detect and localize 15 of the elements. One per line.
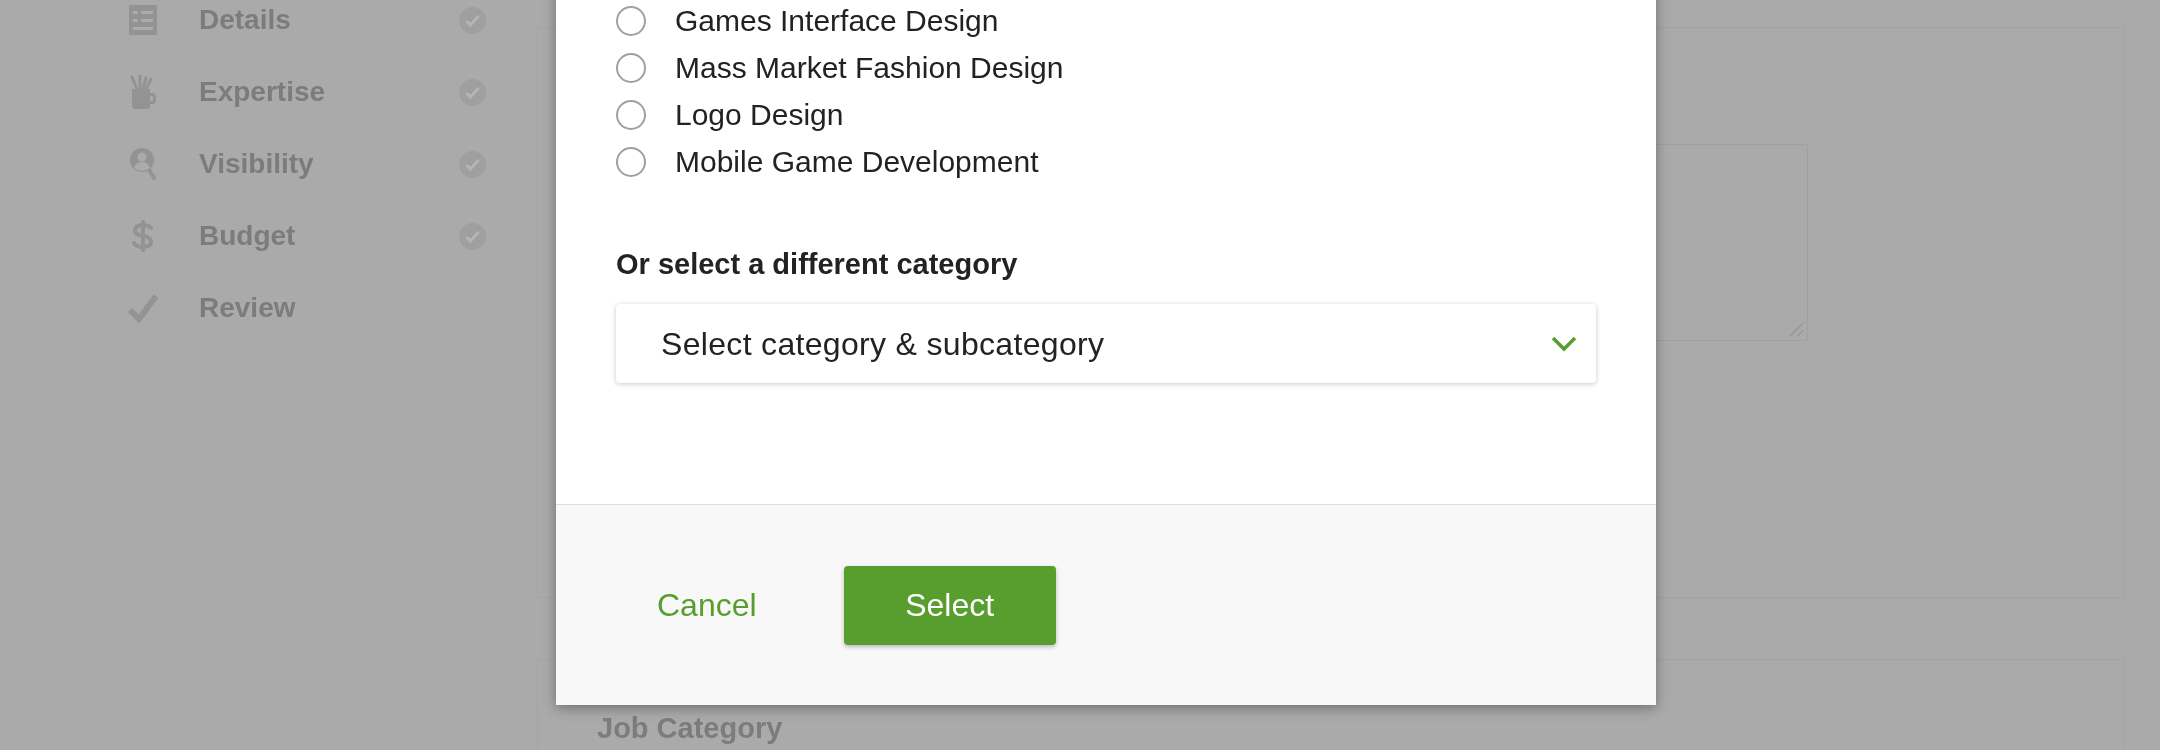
radio-button[interactable] — [616, 52, 646, 83]
radio-button[interactable] — [616, 99, 646, 130]
radio-button[interactable] — [616, 5, 646, 36]
section-label: Or select a different category — [616, 248, 1018, 280]
select-button[interactable]: Select — [843, 565, 1056, 645]
user-search-icon — [130, 148, 156, 180]
option-label[interactable]: Mobile Game Development — [675, 143, 1039, 180]
chevron-down-icon — [1551, 335, 1577, 352]
cancel-button[interactable]: Cancel — [657, 585, 757, 625]
option-label[interactable]: Games Interface Design — [675, 2, 999, 39]
option-label[interactable]: Mass Market Fashion Design — [675, 49, 1064, 86]
category-select[interactable]: Select category & subcategory — [616, 304, 1596, 383]
option-label[interactable]: Logo Design — [675, 96, 844, 133]
radio-button[interactable] — [616, 146, 646, 177]
form-icon — [129, 5, 157, 35]
